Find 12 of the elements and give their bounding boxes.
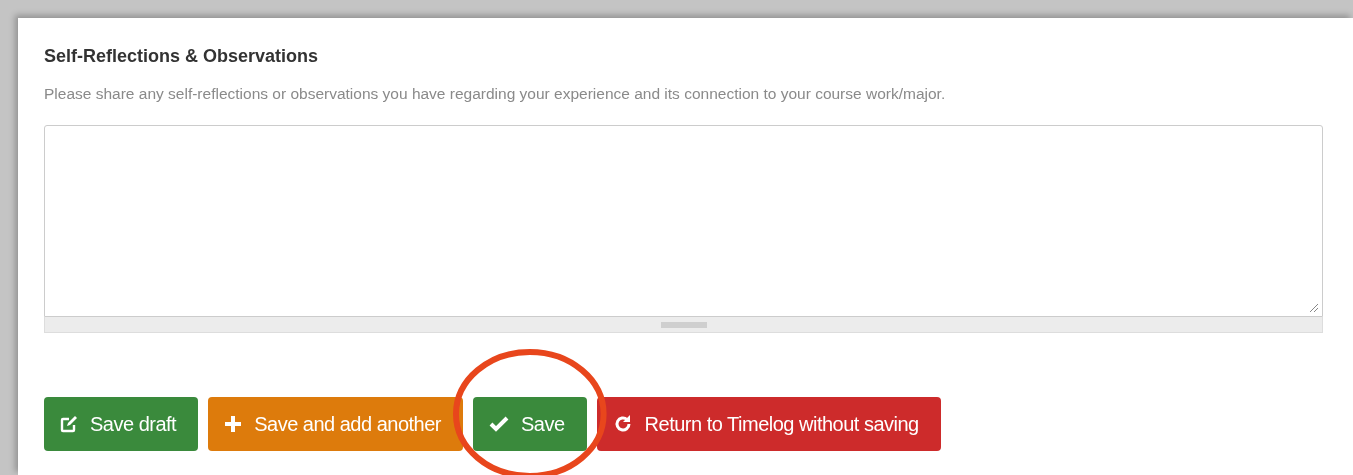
check-icon [489, 416, 509, 432]
save-and-add-button[interactable]: Save and add another [208, 397, 463, 451]
resize-grip-icon[interactable] [1309, 303, 1319, 313]
save-button[interactable]: Save [473, 397, 587, 451]
return-button[interactable]: Return to Timelog without saving [596, 397, 941, 451]
save-draft-button[interactable]: Save draft [44, 397, 199, 451]
horizontal-scrollbar[interactable] [44, 317, 1323, 333]
section-description: Please share any self-reflections or observations you have regarding your experience and its connection to your course work/major. [44, 85, 947, 103]
scrollbar-thumb[interactable] [660, 321, 707, 328]
plus-icon [224, 415, 243, 433]
section-title: Self-Reflections & Observations [44, 46, 320, 67]
edit-icon [60, 415, 78, 433]
